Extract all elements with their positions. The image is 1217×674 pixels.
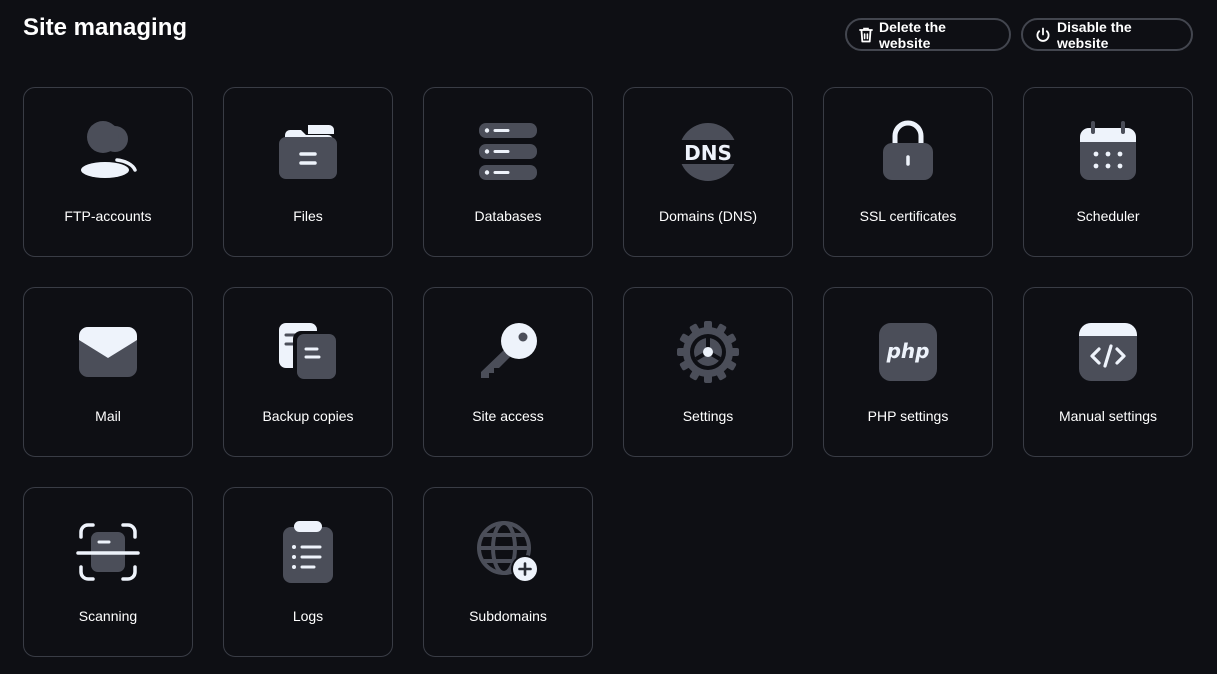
- delete-website-button[interactable]: Delete the website: [845, 18, 1011, 51]
- page-title: Site managing: [23, 14, 188, 41]
- tile-label: Settings: [682, 408, 734, 424]
- tile-label: Site access: [472, 408, 544, 424]
- php-icon: php: [876, 320, 940, 384]
- php-icon-text: php: [886, 339, 930, 363]
- lock-icon: [876, 120, 940, 184]
- tile-label: Domains (DNS): [658, 208, 757, 224]
- copies-icon: [276, 320, 340, 384]
- gear-icon: [676, 320, 740, 384]
- database-icon: [476, 120, 540, 184]
- tile-backup-copies[interactable]: Backup copies: [223, 287, 393, 457]
- envelope-icon: [76, 320, 140, 384]
- code-icon: [1076, 320, 1140, 384]
- tile-label: Backup copies: [262, 408, 354, 424]
- clipboard-list-icon: [276, 520, 340, 584]
- tile-settings[interactable]: Settings: [623, 287, 793, 457]
- tile-mail[interactable]: Mail: [23, 287, 193, 457]
- tile-label: FTP-accounts: [64, 208, 152, 224]
- disable-website-button[interactable]: Disable the website: [1021, 18, 1193, 51]
- tile-scanning[interactable]: Scanning: [23, 487, 193, 657]
- users-icon: [76, 120, 140, 184]
- tile-site-access[interactable]: Site access: [423, 287, 593, 457]
- dns-icon: DNS: [676, 120, 740, 184]
- tile-manual-settings[interactable]: Manual settings: [1023, 287, 1193, 457]
- power-icon: [1035, 27, 1051, 43]
- header-actions: Delete the website Disable the website: [845, 18, 1193, 51]
- tile-files[interactable]: Files: [223, 87, 393, 257]
- tile-domains-dns[interactable]: DNS Domains (DNS): [623, 87, 793, 257]
- tile-label: Subdomains: [469, 608, 547, 624]
- tile-label: Logs: [292, 608, 324, 624]
- tools-grid: FTP-accounts Files Databases DNS Domains…: [23, 87, 1193, 657]
- tile-label: Scheduler: [1076, 208, 1140, 224]
- delete-website-label: Delete the website: [879, 18, 946, 51]
- tile-databases[interactable]: Databases: [423, 87, 593, 257]
- tile-logs[interactable]: Logs: [223, 487, 393, 657]
- disable-website-label: Disable the website: [1057, 18, 1132, 51]
- tile-ssl-certificates[interactable]: SSL certificates: [823, 87, 993, 257]
- tile-label: SSL certificates: [859, 208, 957, 224]
- tile-label: PHP settings: [867, 408, 949, 424]
- tile-label: Scanning: [78, 608, 138, 624]
- tile-label: Manual settings: [1058, 408, 1158, 424]
- folder-icon: [276, 120, 340, 184]
- trash-icon: [859, 27, 873, 43]
- tile-label: Mail: [95, 408, 121, 424]
- scan-icon: [76, 520, 140, 584]
- tile-label: Databases: [474, 208, 542, 224]
- key-icon: [476, 320, 540, 384]
- tile-ftp-accounts[interactable]: FTP-accounts: [23, 87, 193, 257]
- calendar-icon: [1076, 120, 1140, 184]
- tile-scheduler[interactable]: Scheduler: [1023, 87, 1193, 257]
- tile-subdomains[interactable]: Subdomains: [423, 487, 593, 657]
- tile-label: Files: [293, 208, 323, 224]
- globe-plus-icon: [476, 520, 540, 584]
- dns-icon-text: DNS: [684, 141, 732, 165]
- tile-php-settings[interactable]: php PHP settings: [823, 287, 993, 457]
